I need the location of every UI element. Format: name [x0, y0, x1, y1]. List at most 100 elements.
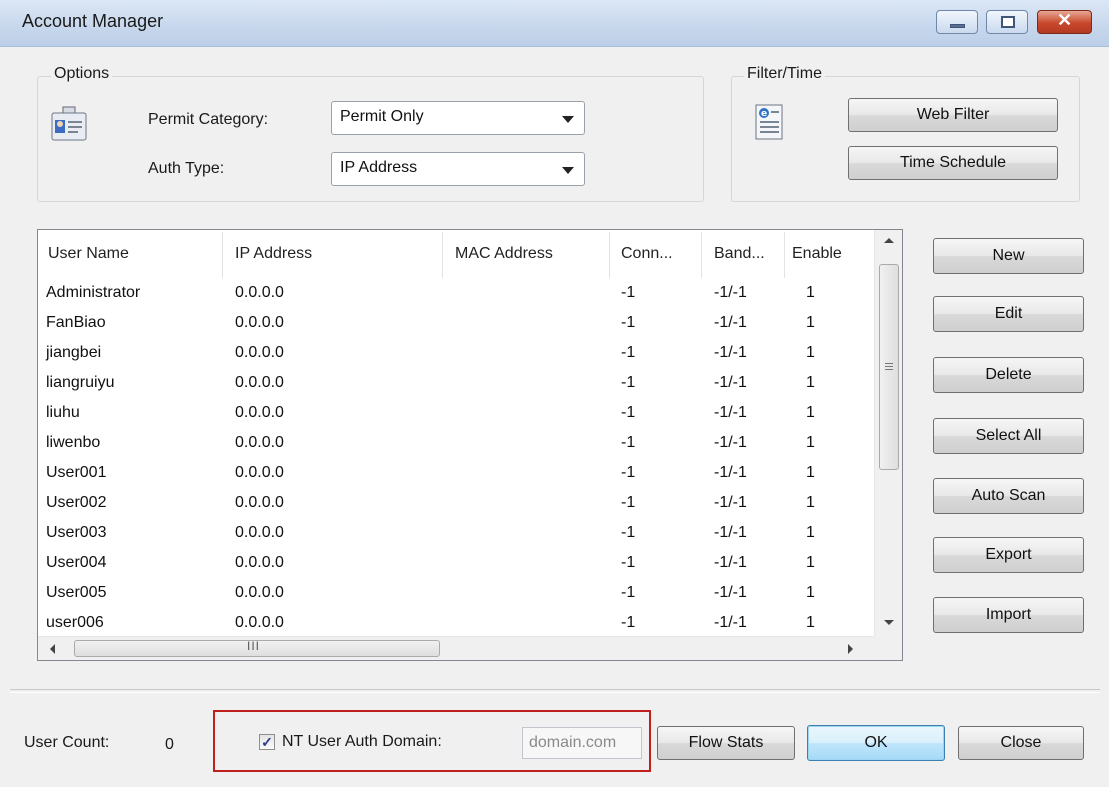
permit-category-label: Permit Category: — [148, 111, 269, 128]
web-page-icon: e — [754, 104, 784, 140]
permit-category-value: Permit Only — [340, 108, 424, 125]
scroll-up-icon[interactable] — [884, 238, 894, 243]
user-count-label: User Count: — [24, 734, 110, 751]
permit-category-select[interactable]: Permit Only — [331, 101, 585, 135]
cell-user-name: liwenbo — [46, 434, 101, 451]
cell-user-name: liuhu — [46, 404, 80, 421]
web-filter-button[interactable]: Web Filter — [848, 98, 1058, 132]
cell-conn: -1 — [621, 404, 636, 421]
scroll-right-icon[interactable] — [848, 644, 853, 654]
table-row[interactable]: User005 0.0.0.0 -1 -1/-1 1 — [38, 580, 878, 610]
table-row[interactable]: User002 0.0.0.0 -1 -1/-1 1 — [38, 490, 878, 520]
table-row[interactable]: liangruiyu 0.0.0.0 -1 -1/-1 1 — [38, 370, 878, 400]
chevron-down-icon — [562, 167, 574, 174]
cell-ip-address: 0.0.0.0 — [235, 344, 284, 361]
cell-band: -1/-1 — [714, 524, 747, 541]
table-row[interactable]: jiangbei 0.0.0.0 -1 -1/-1 1 — [38, 340, 878, 370]
cell-enable: 1 — [806, 524, 815, 541]
cell-enable: 1 — [806, 314, 815, 331]
footer-divider — [10, 689, 1100, 693]
scroll-left-icon[interactable] — [50, 644, 55, 654]
table-row[interactable]: User003 0.0.0.0 -1 -1/-1 1 — [38, 520, 878, 550]
domain-placeholder: domain.com — [529, 734, 617, 751]
cell-ip-address: 0.0.0.0 — [235, 434, 284, 451]
import-button[interactable]: Import — [933, 597, 1084, 633]
time-schedule-button[interactable]: Time Schedule — [848, 146, 1058, 180]
auth-type-select[interactable]: IP Address — [331, 152, 585, 186]
cell-enable: 1 — [806, 494, 815, 511]
filter-time-group-label: Filter/Time — [744, 65, 825, 83]
horizontal-scroll-thumb[interactable]: III — [74, 639, 440, 657]
list-header: User Name IP Address MAC Address Conn...… — [38, 230, 878, 282]
new-button[interactable]: New — [933, 238, 1084, 274]
table-row[interactable]: Administrator 0.0.0.0 -1 -1/-1 1 — [38, 280, 878, 310]
cell-user-name: User005 — [46, 584, 107, 601]
cell-enable: 1 — [806, 344, 815, 361]
cell-ip-address: 0.0.0.0 — [235, 554, 284, 571]
cell-user-name: liangruiyu — [46, 374, 115, 391]
cell-conn: -1 — [621, 524, 636, 541]
ok-button[interactable]: OK — [807, 725, 945, 761]
id-card-icon — [50, 106, 88, 142]
table-row[interactable]: liuhu 0.0.0.0 -1 -1/-1 1 — [38, 400, 878, 430]
cell-ip-address: 0.0.0.0 — [235, 584, 284, 601]
user-count-value: 0 — [165, 736, 174, 753]
user-list[interactable]: User Name IP Address MAC Address Conn...… — [37, 229, 903, 661]
column-header-mac-address[interactable]: MAC Address — [455, 245, 553, 263]
column-header-user-name[interactable]: User Name — [48, 245, 129, 263]
cell-band: -1/-1 — [714, 314, 747, 331]
cell-enable: 1 — [806, 404, 815, 421]
cell-user-name: User003 — [46, 524, 107, 541]
cell-ip-address: 0.0.0.0 — [235, 614, 284, 631]
table-row[interactable]: User001 0.0.0.0 -1 -1/-1 1 — [38, 460, 878, 490]
cell-user-name: jiangbei — [46, 344, 102, 361]
vertical-scrollbar[interactable] — [874, 230, 902, 636]
cell-conn: -1 — [621, 314, 636, 331]
window-title: Account Manager — [22, 11, 164, 31]
auth-type-label: Auth Type: — [148, 160, 225, 177]
cell-enable: 1 — [806, 434, 815, 451]
cell-enable: 1 — [806, 374, 815, 391]
auto-scan-button[interactable]: Auto Scan — [933, 478, 1084, 514]
select-all-button[interactable]: Select All — [933, 418, 1084, 454]
cell-conn: -1 — [621, 614, 636, 631]
scroll-down-icon[interactable] — [884, 620, 894, 625]
column-header-enable[interactable]: Enable — [792, 245, 842, 263]
title-bar[interactable]: Account Manager ✕ — [0, 0, 1109, 47]
cell-enable: 1 — [806, 554, 815, 571]
column-header-conn[interactable]: Conn... — [621, 245, 673, 263]
cell-user-name: User004 — [46, 554, 107, 571]
export-button[interactable]: Export — [933, 537, 1084, 573]
cell-ip-address: 0.0.0.0 — [235, 464, 284, 481]
table-row[interactable]: liwenbo 0.0.0.0 -1 -1/-1 1 — [38, 430, 878, 460]
cell-user-name: User001 — [46, 464, 107, 481]
table-row[interactable]: FanBiao 0.0.0.0 -1 -1/-1 1 — [38, 310, 878, 340]
vertical-scroll-thumb[interactable] — [879, 264, 899, 470]
cell-enable: 1 — [806, 584, 815, 601]
cell-ip-address: 0.0.0.0 — [235, 404, 284, 421]
minimize-button[interactable] — [936, 10, 978, 34]
table-row[interactable]: User004 0.0.0.0 -1 -1/-1 1 — [38, 550, 878, 580]
close-window-button[interactable]: ✕ — [1037, 10, 1092, 34]
cell-band: -1/-1 — [714, 464, 747, 481]
horizontal-scrollbar[interactable]: III — [38, 636, 874, 660]
domain-field[interactable]: domain.com — [522, 727, 642, 759]
nt-auth-checkbox[interactable]: ✓ — [259, 734, 275, 750]
checkmark-icon: ✓ — [261, 734, 273, 750]
maximize-icon — [1001, 16, 1015, 28]
column-header-ip-address[interactable]: IP Address — [235, 245, 312, 263]
delete-button[interactable]: Delete — [933, 357, 1084, 393]
close-button[interactable]: Close — [958, 726, 1084, 760]
cell-band: -1/-1 — [714, 554, 747, 571]
cell-band: -1/-1 — [714, 284, 747, 301]
cell-ip-address: 0.0.0.0 — [235, 524, 284, 541]
account-manager-window: Account Manager ✕ Options Permit Categor… — [0, 0, 1109, 787]
auth-type-value: IP Address — [340, 159, 418, 176]
maximize-button[interactable] — [986, 10, 1028, 34]
edit-button[interactable]: Edit — [933, 296, 1084, 332]
cell-enable: 1 — [806, 614, 815, 631]
flow-stats-button[interactable]: Flow Stats — [657, 726, 795, 760]
cell-enable: 1 — [806, 464, 815, 481]
cell-ip-address: 0.0.0.0 — [235, 494, 284, 511]
column-header-band[interactable]: Band... — [714, 245, 765, 263]
